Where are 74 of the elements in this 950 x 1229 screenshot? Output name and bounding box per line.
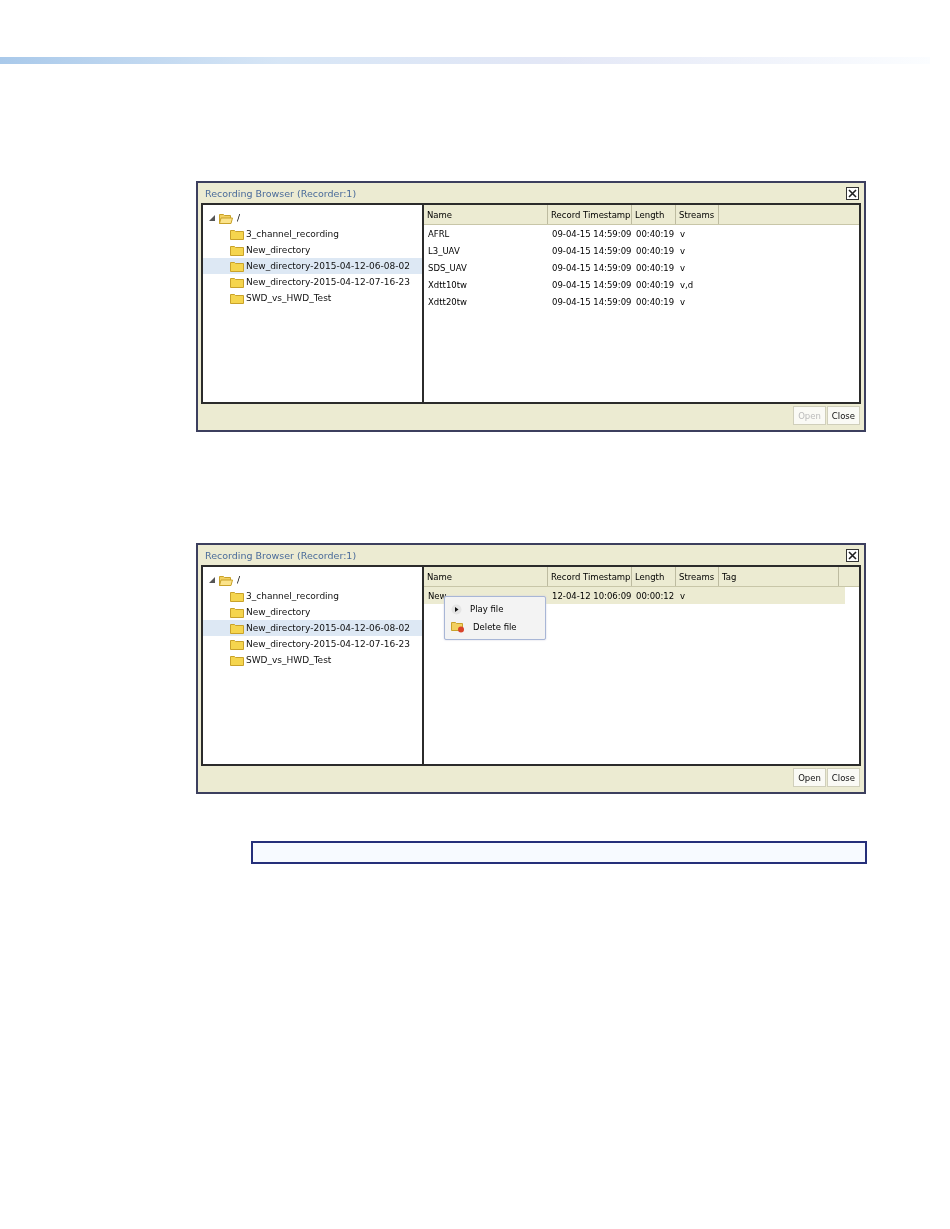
expand-arrow-icon[interactable] [209,577,215,583]
folder-icon [230,292,244,304]
table-cell-text: v [679,262,687,273]
folder-icon [230,260,244,272]
table-cell-text: AFRL [427,228,451,239]
column-header[interactable]: Length [632,205,676,224]
table-row[interactable]: Xdtt10tw 09-04-15 14:59:09 00:40:19 v,d [424,276,845,293]
table-cell-text: New [427,590,448,601]
table-cell-text: Xdtt10tw [427,279,468,290]
table-cell-text: SDS_UAV [427,262,468,273]
table-cell-text: 00:40:19 [635,262,676,273]
tree-item[interactable]: New_directory-2015-04-12-06-08-02 [203,258,422,274]
close-button[interactable]: Close [826,768,860,787]
close-button[interactable] [846,186,859,200]
column-header[interactable]: Streams [676,567,719,586]
folder-icon [230,244,244,256]
tree-item[interactable]: New_directory-2015-04-12-06-08-02 [203,620,422,636]
column-header[interactable]: Name [424,205,548,224]
table-cell-text: 00:00:12 [635,590,676,601]
table-cell-text: v [679,228,687,239]
tree-item[interactable]: SWD_vs_HWD_Test [203,290,422,306]
table-row[interactable]: SDS_UAV 09-04-15 14:59:09 00:40:19 v [424,259,845,276]
table-row[interactable]: L3_UAV 09-04-15 14:59:09 00:40:19 v [424,242,845,259]
tree-item[interactable]: New_directory-2015-04-12-07-16-23 [203,274,422,290]
table-cell-text: 09-04-15 14:59:09 [551,228,632,239]
expand-arrow-icon[interactable] [209,215,215,221]
tree-item[interactable]: / [235,213,243,223]
column-header[interactable]: Length [632,567,676,586]
table-cell-text: 09-04-15 14:59:09 [551,262,632,273]
column-header[interactable]: Name [424,567,548,586]
table-cell-text: 09-04-15 14:59:09 [551,245,632,256]
table-cell-text: 00:40:19 [635,228,676,239]
folder-icon [230,622,244,634]
folder-icon [230,654,244,666]
tree-item[interactable]: New_directory [203,242,422,258]
table-cell-text: L3_UAV [427,245,461,256]
column-header[interactable]: Tag [719,567,839,586]
folder-icon [230,228,244,240]
table-cell-text: v [679,590,687,601]
table-cell-text: 09-04-15 14:59:09 [551,296,632,307]
folder-icon [230,638,244,650]
table-cell-text: 12-04-12 10:06:09 [551,590,632,601]
table-row[interactable]: Xdtt20tw 09-04-15 14:59:09 00:40:19 v [424,293,845,310]
table-cell-text: Xdtt20tw [427,296,468,307]
close-button[interactable]: Close [826,406,860,425]
table-cell-text: 09-04-15 14:59:09 [551,279,632,290]
window-title: Recording Browser (Recorder:1) [205,549,357,561]
folder-icon [230,276,244,288]
close-button[interactable] [846,548,859,562]
column-header[interactable]: Record Timestamp [548,567,632,586]
table-cell-text: v [679,245,687,256]
folder-icon [230,606,244,618]
tree-item[interactable]: New_directory-2015-04-12-07-16-23 [203,636,422,652]
table-cell-text: 00:40:19 [635,296,676,307]
table-cell-text: 00:40:19 [635,245,676,256]
open-button[interactable]: Open [793,768,826,787]
column-header[interactable]: Streams [676,205,719,224]
column-header[interactable]: Record Timestamp [548,205,632,224]
tree-item[interactable]: 3_channel_recording [203,588,422,604]
play-icon [451,603,462,615]
open-folder-icon [219,212,233,224]
tree-item[interactable]: New_directory [203,604,422,620]
tree-item[interactable]: 3_channel_recording [203,226,422,242]
table-row[interactable]: AFRL 09-04-15 14:59:09 00:40:19 v [424,225,845,242]
folder-icon [230,590,244,602]
table-cell-text: v,d [679,279,695,290]
folder-delete-icon [451,621,465,633]
open-folder-icon [219,574,233,586]
menu-item[interactable]: Delete file [445,618,545,636]
table-cell-text: v [679,296,687,307]
tree-item[interactable]: / [235,575,243,585]
tree-item[interactable]: SWD_vs_HWD_Test [203,652,422,668]
table-cell-text: 00:40:19 [635,279,676,290]
window-title: Recording Browser (Recorder:1) [205,187,357,199]
